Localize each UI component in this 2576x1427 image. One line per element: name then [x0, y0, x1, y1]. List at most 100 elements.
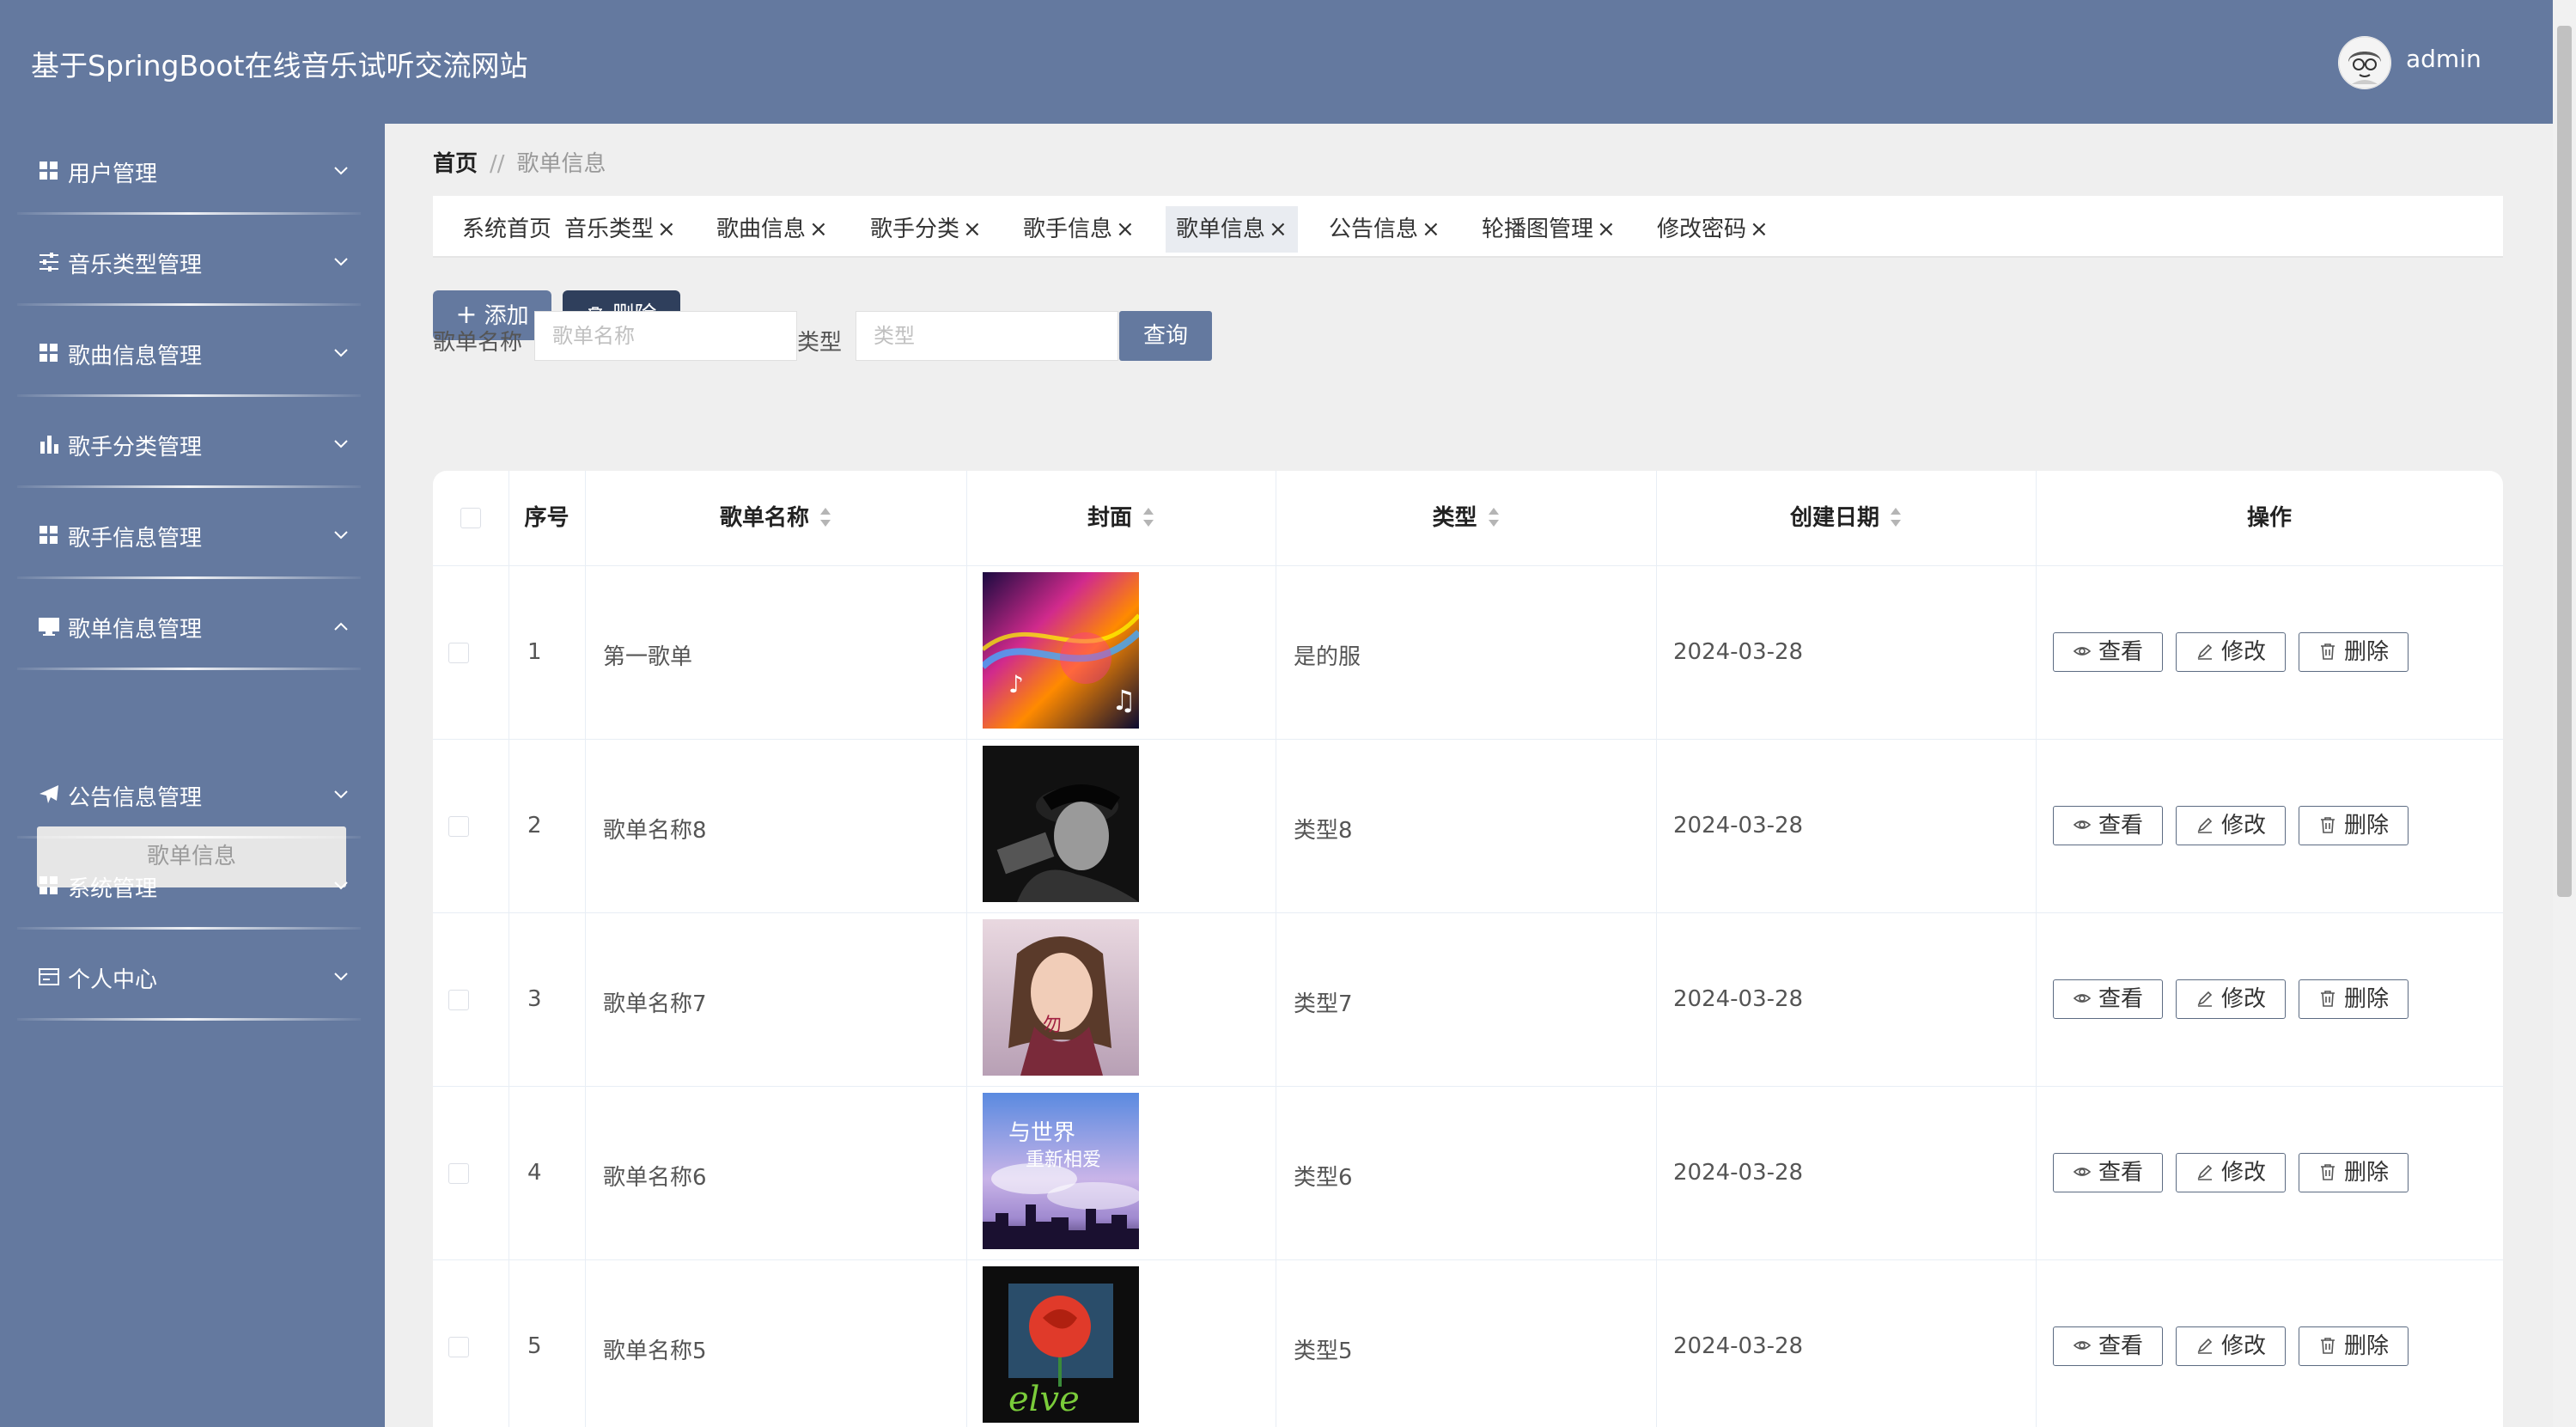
close-icon[interactable]: ×	[1750, 216, 1769, 242]
row-divider	[433, 1086, 2503, 1087]
sort-icon[interactable]	[819, 507, 831, 527]
sidebar-item-music-type-management[interactable]: 音乐类型管理	[0, 215, 385, 306]
close-icon[interactable]: ×	[1116, 216, 1135, 242]
chevron-down-icon	[334, 258, 348, 266]
row-checkbox[interactable]	[448, 643, 469, 663]
cover-image-bw-man-portrait[interactable]	[983, 746, 1139, 902]
grid-icon	[40, 876, 58, 894]
row-checkbox[interactable]	[448, 990, 469, 1010]
card-icon	[39, 968, 59, 985]
close-icon[interactable]: ×	[809, 216, 828, 242]
view-label: 查看	[2098, 639, 2143, 665]
sidebar-item-user-management[interactable]: 用户管理	[0, 124, 385, 215]
username[interactable]: admin	[2406, 45, 2482, 73]
sidebar-item-personal-center[interactable]: 个人中心	[0, 930, 385, 1021]
view-button[interactable]: 查看	[2053, 1153, 2163, 1192]
tab-song-info[interactable]: 歌曲信息 ×	[706, 206, 838, 253]
edit-button[interactable]: 修改	[2176, 1326, 2286, 1366]
playlist-name-label: 歌单名称	[433, 330, 523, 356]
row-divider	[433, 565, 2503, 566]
tab-announcement[interactable]: 公告信息 ×	[1318, 206, 1451, 253]
column-divider	[966, 471, 967, 1427]
cover-image-sky-city-skyline[interactable]: 与世界 重新相爱	[983, 1093, 1139, 1249]
tab-change-password[interactable]: 修改密码 ×	[1647, 206, 1779, 253]
divider	[17, 1018, 361, 1021]
edit-label: 修改	[2220, 1333, 2266, 1359]
tab-playlist-info[interactable]: 歌单信息 ×	[1166, 206, 1298, 253]
tab-bar: 系统首页 音乐类型 × 歌曲信息 × 歌手分类 × 歌手信息 × 歌单信息 × 公告信息 ×…	[433, 196, 2503, 258]
trash-icon	[2320, 816, 2335, 833]
close-icon[interactable]: ×	[1422, 216, 1440, 242]
row-checkbox[interactable]	[448, 1163, 469, 1184]
sidebar-item-label: 歌曲信息管理	[68, 344, 203, 369]
row-index: 4	[527, 1160, 542, 1186]
svg-text:elve: elve	[1008, 1380, 1080, 1419]
sort-icon[interactable]	[1142, 507, 1154, 527]
header-cover[interactable]: 封面	[966, 471, 1276, 565]
cover-image-red-rose-love[interactable]: elve	[983, 1266, 1139, 1423]
query-button[interactable]: 查询	[1119, 311, 1212, 361]
header-name[interactable]: 歌单名称	[585, 471, 966, 565]
delete-button[interactable]: 删除	[2299, 1153, 2409, 1192]
view-button[interactable]: 查看	[2053, 1326, 2163, 1366]
view-button[interactable]: 查看	[2053, 979, 2163, 1019]
sidebar-item-system-management[interactable]: 系统管理	[0, 839, 385, 930]
breadcrumb-home[interactable]: 首页	[433, 151, 478, 177]
row-index: 5	[527, 1333, 542, 1359]
tab-label: 歌手信息	[1023, 216, 1113, 242]
trash-icon	[2320, 643, 2335, 660]
tab-singer-info[interactable]: 歌手信息 ×	[1013, 206, 1145, 253]
eye-icon	[2073, 1340, 2092, 1350]
tab-singer-category[interactable]: 歌手分类 ×	[860, 206, 992, 253]
header-ops: 操作	[2246, 505, 2292, 531]
edit-button[interactable]: 修改	[2176, 806, 2286, 845]
cover-image-woman-portrait[interactable]: 勿	[983, 919, 1139, 1076]
tab-carousel[interactable]: 轮播图管理 ×	[1471, 206, 1626, 253]
sidebar-item-label: 用户管理	[68, 162, 158, 187]
delete-button[interactable]: 删除	[2299, 979, 2409, 1019]
row-index: 1	[527, 639, 542, 665]
edit-button[interactable]: 修改	[2176, 632, 2286, 672]
sidebar-item-announcement-management[interactable]: 公告信息管理	[0, 747, 385, 839]
tab-label: 歌曲信息	[716, 216, 807, 242]
close-icon[interactable]: ×	[963, 216, 982, 242]
delete-button[interactable]: 删除	[2299, 806, 2409, 845]
type-input[interactable]	[856, 311, 1118, 361]
sort-icon[interactable]	[1488, 507, 1500, 527]
edit-button[interactable]: 修改	[2176, 979, 2286, 1019]
row-type: 类型7	[1294, 991, 1353, 1017]
delete-button[interactable]: 删除	[2299, 1326, 2409, 1366]
cover-image-colorful-music-notes[interactable]: ♪ ♫	[983, 572, 1139, 729]
header-index: 序号	[524, 505, 569, 531]
sidebar-item-singer-category-management[interactable]: 歌手分类管理	[0, 397, 385, 488]
monitor-icon	[39, 618, 59, 636]
row-checkbox[interactable]	[448, 1337, 469, 1357]
select-all-checkbox[interactable]	[460, 508, 481, 528]
sidebar-item-song-management[interactable]: 歌曲信息管理	[0, 306, 385, 397]
tab-system-home[interactable]: 系统首页	[452, 206, 562, 253]
view-button[interactable]: 查看	[2053, 632, 2163, 672]
header-type-label: 类型	[1432, 505, 1477, 531]
delete-label: 删除	[2343, 1333, 2389, 1359]
close-icon[interactable]: ×	[1597, 216, 1616, 242]
scrollbar-thumb[interactable]	[2557, 26, 2572, 897]
sidebar-item-singer-management[interactable]: 歌手信息管理	[0, 488, 385, 579]
playlist-name-input[interactable]	[534, 311, 797, 361]
sidebar-item-label: 个人中心	[68, 967, 158, 993]
column-divider	[585, 471, 586, 1427]
page-scrollbar[interactable]	[2553, 0, 2576, 1427]
delete-button[interactable]: 删除	[2299, 632, 2409, 672]
row-checkbox[interactable]	[448, 816, 469, 837]
close-icon[interactable]: ×	[657, 216, 676, 242]
edit-button[interactable]: 修改	[2176, 1153, 2286, 1192]
edit-label: 修改	[2220, 1160, 2266, 1186]
sidebar-item-playlist-management[interactable]: 歌单信息管理	[0, 579, 385, 670]
bar-chart-icon	[40, 436, 58, 454]
tab-music-type[interactable]: 音乐类型 ×	[554, 206, 686, 253]
close-icon[interactable]: ×	[1269, 216, 1288, 242]
header-type[interactable]: 类型	[1276, 471, 1656, 565]
view-button[interactable]: 查看	[2053, 806, 2163, 845]
sort-icon[interactable]	[1890, 507, 1902, 527]
avatar[interactable]	[2338, 36, 2391, 89]
header-date[interactable]: 创建日期	[1656, 471, 2036, 565]
